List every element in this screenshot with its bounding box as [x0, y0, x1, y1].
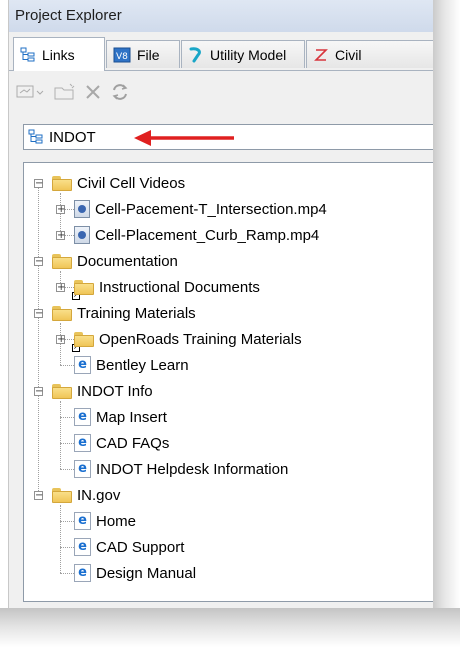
tree-item[interactable]: e Bentley Learn: [74, 353, 189, 377]
delete-button[interactable]: [83, 80, 103, 104]
new-folder-button[interactable]: [53, 80, 77, 104]
web-link-icon: e: [74, 356, 91, 374]
add-link-button[interactable]: [15, 80, 47, 104]
delete-icon: [86, 85, 100, 99]
tree-item-label: Training Materials: [77, 304, 196, 322]
tab-label: Utility Model: [210, 46, 287, 63]
tree-item[interactable]: Training Materials: [52, 301, 196, 325]
collapse-toggle[interactable]: −: [34, 491, 43, 501]
tree-item-label: CAD Support: [96, 538, 185, 556]
window-shadow-right: [432, 0, 460, 647]
tree-item[interactable]: IN.gov: [52, 483, 120, 507]
collapse-toggle[interactable]: −: [34, 387, 43, 397]
links-tree-icon: [20, 47, 35, 61]
collapse-toggle[interactable]: −: [34, 257, 43, 267]
tab-civil[interactable]: Civil: [306, 40, 433, 68]
web-link-icon: e: [74, 434, 91, 452]
window-shadow-bottom: [0, 608, 460, 647]
folder-icon: [52, 487, 72, 503]
tab-links[interactable]: Links: [13, 37, 105, 71]
expand-toggle[interactable]: +: [56, 205, 65, 215]
link-tree[interactable]: − Civil Cell Videos + Cell-Pacement-T_Inter…: [23, 162, 433, 602]
tab-label: Links: [42, 46, 75, 63]
tree-item[interactable]: Cell-Placement_Curb_Ramp.mp4: [74, 223, 319, 247]
tree-item-label: CAD FAQs: [96, 434, 170, 452]
expand-toggle[interactable]: +: [56, 231, 65, 241]
tab-strip: Links V8 File Utility Model Civil: [9, 36, 433, 71]
tree-item-label: IN.gov: [77, 486, 121, 504]
new-folder-icon: [54, 83, 75, 100]
title-bar[interactable]: Project Explorer: [9, 0, 433, 32]
web-link-icon: e: [74, 538, 91, 556]
tree-item[interactable]: e CAD FAQs: [74, 431, 169, 455]
window-title: Project Explorer: [15, 7, 122, 24]
toolbar: [9, 74, 433, 112]
tree-item-label: Civil Cell Videos: [77, 174, 186, 192]
tab-label: Civil: [335, 46, 362, 63]
tree-item[interactable]: INDOT Info: [52, 379, 153, 403]
utility-model-icon: [189, 46, 201, 62]
tree-item[interactable]: e Design Manual: [74, 561, 196, 585]
web-link-icon: e: [74, 564, 91, 582]
tree-item-label: Instructional Documents: [99, 278, 260, 296]
tree-item-label: Home: [96, 512, 137, 530]
tree-item-label: Bentley Learn: [96, 356, 189, 374]
collapse-toggle[interactable]: −: [34, 309, 43, 319]
file-icon: V8: [113, 47, 131, 62]
web-link-icon: e: [74, 460, 91, 478]
tree-item-label: OpenRoads Training Materials: [99, 330, 302, 348]
tree-item[interactable]: ↗ Instructional Documents: [72, 275, 260, 300]
tab-utility-model[interactable]: Utility Model: [181, 40, 305, 68]
folder-icon: [52, 305, 72, 321]
web-link-icon: e: [74, 408, 91, 426]
media-file-icon: [74, 226, 90, 244]
red-arrow-annotation: [134, 130, 234, 146]
tree-connector-line: [60, 401, 61, 469]
folder-shortcut-icon: ↗: [72, 279, 94, 300]
tree-item[interactable]: e CAD Support: [74, 535, 184, 559]
web-link-icon: e: [74, 512, 91, 530]
tree-item-label: Cell-Pacement-T_Intersection.mp4: [95, 200, 327, 218]
folder-icon: [52, 253, 72, 269]
refresh-button[interactable]: [109, 80, 131, 104]
folder-shortcut-icon: ↗: [72, 331, 94, 352]
folder-icon: [52, 175, 72, 191]
add-link-icon: [16, 85, 44, 98]
tree-item[interactable]: e Home: [74, 509, 136, 533]
tree-item[interactable]: Documentation: [52, 249, 178, 273]
shortcut-overlay-icon: ↗: [72, 343, 80, 352]
tree-item[interactable]: Cell-Pacement-T_Intersection.mp4: [74, 197, 327, 221]
tree-item[interactable]: e Map Insert: [74, 405, 167, 429]
tab-label: File: [137, 46, 160, 63]
tree-connector-line: [38, 183, 39, 495]
tree-item[interactable]: e INDOT Helpdesk Information: [74, 457, 288, 481]
tree-item-label: INDOT Info: [77, 382, 153, 400]
tree-item-label: INDOT Helpdesk Information: [96, 460, 289, 478]
civil-icon: [314, 48, 328, 61]
tab-file[interactable]: V8 File: [106, 40, 180, 68]
tree-item-label: Cell-Placement_Curb_Ramp.mp4: [95, 226, 320, 244]
shortcut-overlay-icon: ↗: [72, 291, 80, 300]
tree-item[interactable]: Civil Cell Videos: [52, 171, 185, 195]
folder-icon: [52, 383, 72, 399]
tree-item-label: Design Manual: [96, 564, 197, 582]
expand-toggle[interactable]: +: [56, 283, 65, 293]
collapse-toggle[interactable]: −: [34, 179, 43, 189]
tree-connector-line: [60, 505, 61, 573]
links-tree-icon: [28, 129, 43, 144]
link-set-label: INDOT: [49, 128, 96, 146]
tree-item-label: Map Insert: [96, 408, 167, 426]
media-file-icon: [74, 200, 90, 218]
refresh-icon: [112, 84, 128, 100]
tree-item-label: Documentation: [77, 252, 178, 270]
expand-toggle[interactable]: +: [56, 335, 65, 345]
tree-item[interactable]: ↗ OpenRoads Training Materials: [72, 327, 302, 352]
project-explorer-window: Project Explorer Links V8 File Utility M…: [8, 0, 433, 608]
svg-text:V8: V8: [116, 52, 128, 62]
